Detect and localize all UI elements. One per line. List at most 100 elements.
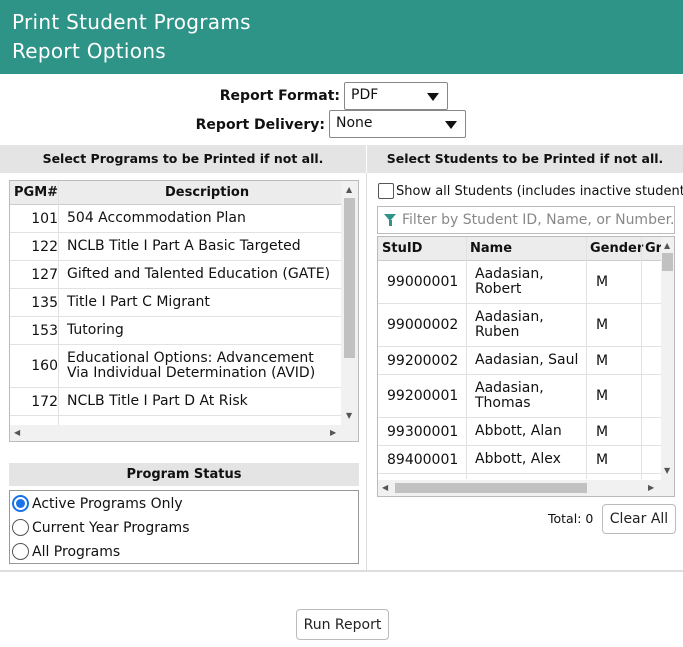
program-description: Tutoring <box>67 322 124 338</box>
programs-grid: PGM# Description 101 504 Accommodation P… <box>9 180 359 442</box>
student-row[interactable]: 99200002 Aadasian, Saul M <box>378 347 661 375</box>
programs-section-title: Select Programs to be Printed if not all… <box>0 145 366 173</box>
student-name: Abbott, Alan <box>475 423 562 439</box>
student-id: 99000001 <box>387 274 459 290</box>
chevron-down-icon <box>445 121 457 129</box>
student-total: Total: 0 <box>548 511 594 526</box>
col-header-pgm[interactable]: PGM# <box>14 185 58 200</box>
program-row[interactable]: 101 504 Accommodation Plan <box>10 205 341 233</box>
report-delivery-label: Report Delivery: <box>195 117 325 133</box>
column-divider <box>366 173 367 570</box>
scroll-right-icon[interactable]: ▶ <box>330 428 336 438</box>
program-row[interactable]: 122 NCLB Title I Part A Basic Targeted <box>10 233 341 261</box>
radio-button[interactable] <box>12 519 29 536</box>
student-row[interactable]: 89400001 Abbott, Alex M <box>378 446 661 474</box>
scroll-up-icon[interactable]: ▲ <box>346 185 352 195</box>
scroll-left-icon[interactable]: ◀ <box>382 483 388 493</box>
program-description: NCLB Title I Part A Basic Targeted <box>67 238 301 254</box>
program-description: Gifted and Talented Education (GATE) <box>67 266 331 282</box>
student-row[interactable]: 99000002 Aadasian, Ruben M <box>378 304 661 347</box>
program-number: 160 <box>31 358 58 374</box>
program-description: NCLB Title I Part D At Risk <box>67 393 248 409</box>
students-grid-header: StuID Name Gender Gr <box>378 237 662 261</box>
program-row[interactable]: 135 Title I Part C Migrant <box>10 289 341 317</box>
student-filter-input[interactable]: Filter by Student ID, Name, or Number... <box>377 206 675 234</box>
col-header-description[interactable]: Description <box>165 185 249 200</box>
students-horizontal-scrollbar[interactable]: ◀ ▶ <box>378 480 674 496</box>
student-name: Abbott, Alex <box>475 451 561 467</box>
student-row[interactable]: 99300001 Abbott, Alan M <box>378 418 661 446</box>
scrollbar-thumb[interactable] <box>395 483 587 493</box>
report-format-value: PDF <box>351 87 379 103</box>
programs-horizontal-scrollbar[interactable]: ◀ ▶ <box>10 425 358 441</box>
scrollbar-thumb[interactable] <box>344 198 355 358</box>
report-delivery-value: None <box>336 115 373 131</box>
scroll-up-icon[interactable]: ▲ <box>664 241 670 251</box>
programs-grid-header: PGM# Description <box>10 181 341 205</box>
student-id: 99000002 <box>387 317 459 333</box>
scroll-left-icon[interactable]: ◀ <box>14 428 20 438</box>
student-id: 99200002 <box>387 353 459 369</box>
report-delivery-select[interactable]: None <box>329 110 466 138</box>
student-name: Aadasian, Robert <box>475 266 544 297</box>
students-grid: StuID Name Gender Gr 99000001 Aadasian, … <box>377 236 675 497</box>
radio-label: All Programs <box>32 544 121 560</box>
col-header-name[interactable]: Name <box>470 241 512 256</box>
program-status-options: Active Programs Only Current Year Progra… <box>9 490 359 564</box>
student-gender: M <box>596 317 609 333</box>
student-gender: M <box>596 274 609 290</box>
col-header-gender[interactable]: Gender <box>590 241 643 256</box>
program-number: 135 <box>31 295 58 311</box>
student-id: 99300001 <box>387 424 459 440</box>
program-description: 504 Accommodation Plan <box>67 210 246 226</box>
footer-divider <box>0 570 683 572</box>
student-name: Aadasian, Thomas <box>475 380 544 411</box>
program-status-title: Program Status <box>9 463 359 486</box>
student-filter-placeholder: Filter by Student ID, Name, or Number... <box>402 212 674 228</box>
program-number: 153 <box>31 323 58 339</box>
student-row[interactable]: 99000001 Aadasian, Robert M <box>378 261 661 304</box>
student-gender: M <box>596 353 609 369</box>
page-subtitle: Report Options <box>12 39 167 63</box>
chevron-down-icon <box>427 93 439 101</box>
page-header: Print Student Programs Report Options <box>0 0 683 74</box>
report-format-label: Report Format: <box>219 88 340 104</box>
scroll-right-icon[interactable]: ▶ <box>648 483 654 493</box>
show-all-students-checkbox[interactable] <box>378 183 394 199</box>
program-row[interactable]: 172 NCLB Title I Part D At Risk <box>10 388 341 416</box>
scrollbar-thumb[interactable] <box>662 253 673 271</box>
scroll-down-icon[interactable]: ▼ <box>664 466 670 476</box>
col-header-stuid[interactable]: StuID <box>382 241 422 256</box>
program-number: 172 <box>31 394 58 410</box>
student-row[interactable]: 99200001 Aadasian, Thomas M <box>378 375 661 418</box>
program-row[interactable]: 127 Gifted and Talented Education (GATE) <box>10 261 341 289</box>
col-header-grade[interactable]: Gr <box>645 241 662 256</box>
radio-label: Current Year Programs <box>32 520 190 536</box>
run-report-button[interactable]: Run Report <box>296 609 389 640</box>
program-number: 127 <box>31 267 58 283</box>
program-description: Title I Part C Migrant <box>67 294 210 310</box>
clear-all-button[interactable]: Clear All <box>602 504 676 534</box>
radio-button[interactable] <box>12 543 29 560</box>
program-row[interactable]: 160 Educational Options: Advancement Via… <box>10 345 341 388</box>
page-title: Print Student Programs <box>12 10 251 34</box>
student-name: Aadasian, Saul <box>475 352 579 368</box>
show-all-students-label[interactable]: Show all Students (includes inactive stu… <box>396 184 683 199</box>
radio-button[interactable] <box>12 495 29 512</box>
student-gender: M <box>596 424 609 440</box>
program-number: 101 <box>31 211 58 227</box>
scroll-down-icon[interactable]: ▼ <box>346 411 352 421</box>
radio-label: Active Programs Only <box>32 496 183 512</box>
report-format-select[interactable]: PDF <box>344 82 448 110</box>
filter-icon <box>384 214 396 226</box>
students-vertical-scrollbar[interactable]: ▲ ▼ <box>661 237 674 480</box>
student-gender: M <box>596 388 609 404</box>
student-id: 99200001 <box>387 388 459 404</box>
programs-vertical-scrollbar[interactable]: ▲ ▼ <box>341 181 358 425</box>
program-number: 122 <box>31 239 58 255</box>
program-row[interactable]: 153 Tutoring <box>10 317 341 345</box>
students-section-title: Select Students to be Printed if not all… <box>367 145 683 173</box>
student-id: 89400001 <box>387 452 459 468</box>
program-description: Educational Options: Advancement Via Ind… <box>67 350 316 381</box>
student-name: Aadasian, Ruben <box>475 309 544 340</box>
